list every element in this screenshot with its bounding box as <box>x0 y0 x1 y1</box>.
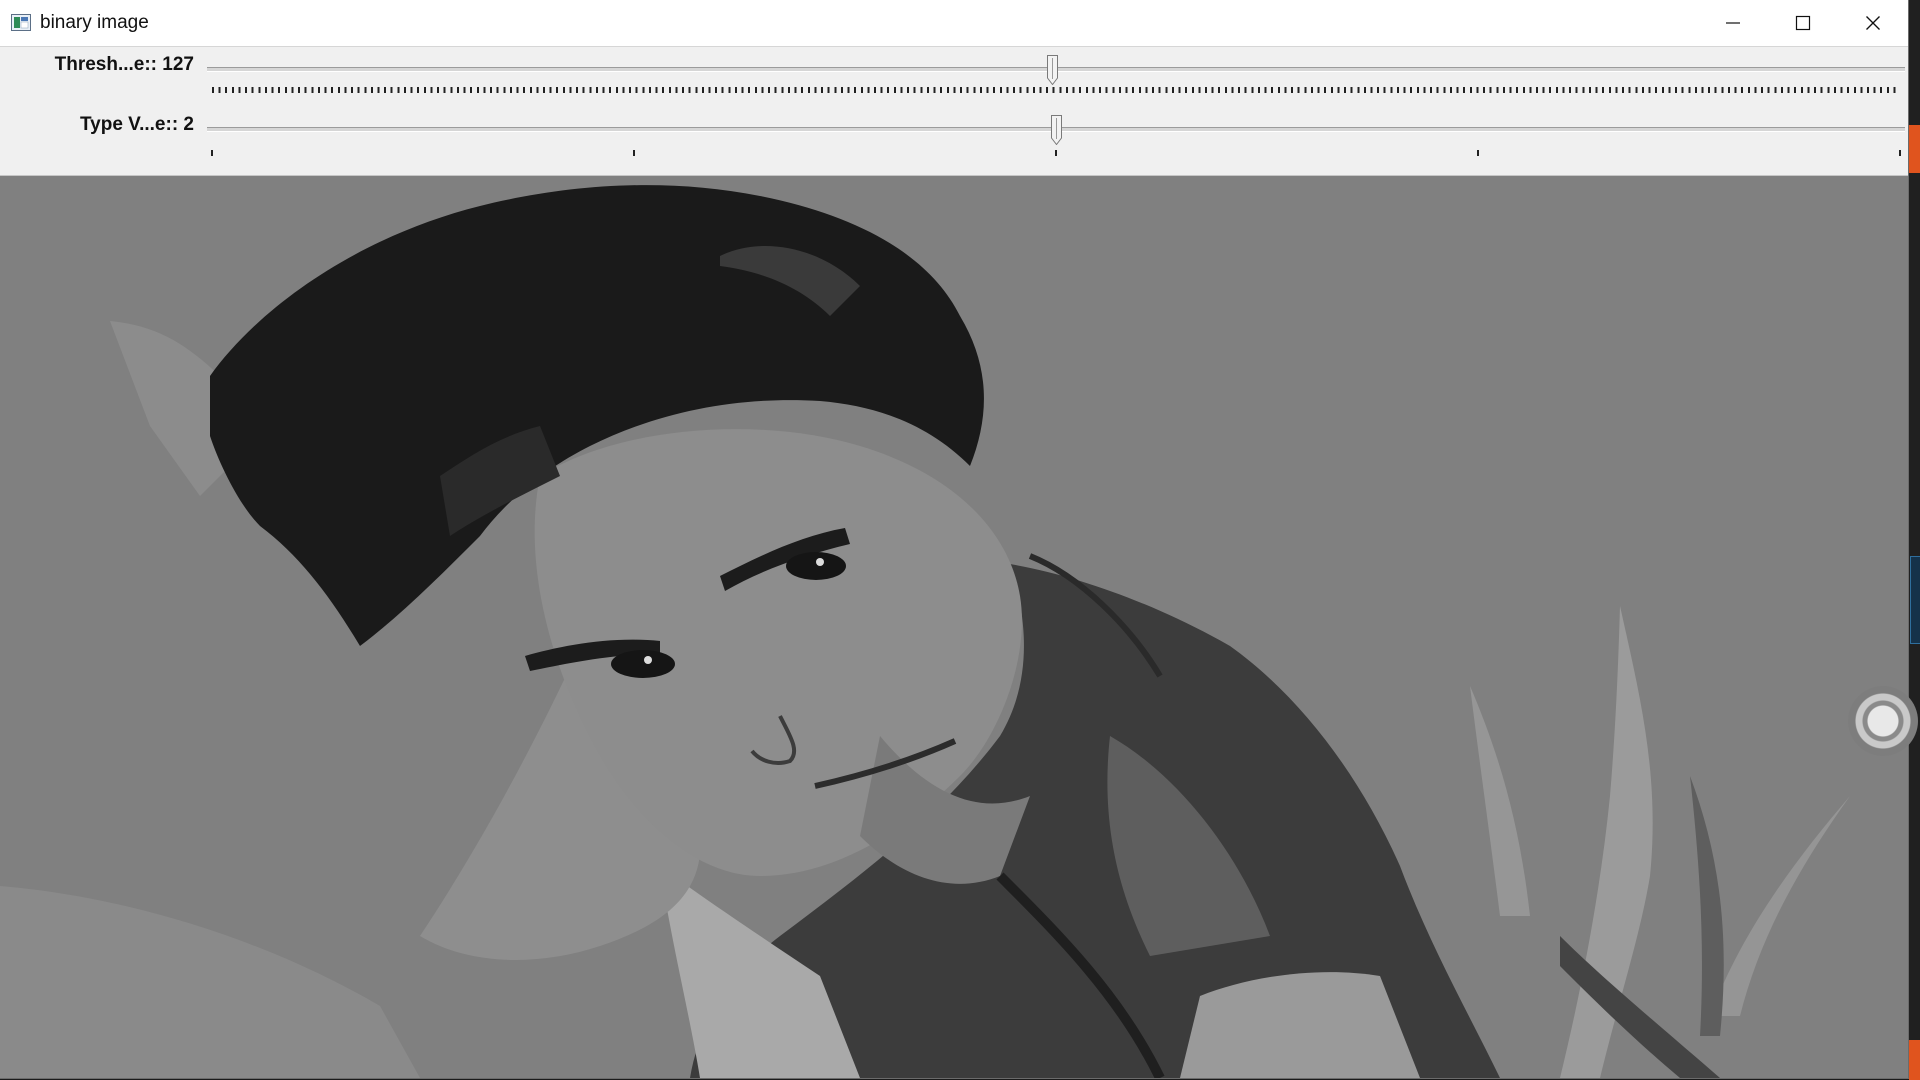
threshold-slider-thumb[interactable] <box>1047 55 1059 85</box>
assistive-touch-icon[interactable] <box>1848 686 1918 756</box>
threshold-trackbar-label: Thresh...e:: 127 <box>54 54 194 75</box>
accent-strip-bottom <box>1909 1040 1920 1080</box>
maximize-button[interactable] <box>1768 0 1838 46</box>
binary-image-window: binary image Thresh...e:: 127 Type V...e… <box>0 0 1909 1079</box>
minimize-icon <box>1726 22 1740 24</box>
accent-strip-top <box>1909 125 1920 173</box>
grayscale-thresholded-photo <box>0 176 1908 1078</box>
type-tick-mark <box>1477 150 1479 156</box>
title-bar[interactable]: binary image <box>0 0 1908 47</box>
trackbar-panel: Thresh...e:: 127 Type V...e:: 2 <box>0 47 1908 176</box>
type-tick-mark <box>211 150 213 156</box>
threshold-tick-marks <box>212 87 1900 93</box>
close-icon <box>1866 16 1880 30</box>
type-trackbar-label: Type V...e:: 2 <box>79 114 194 135</box>
type-tick-mark <box>1899 150 1901 156</box>
type-tick-mark <box>1055 150 1057 156</box>
maximize-icon <box>1795 15 1811 31</box>
type-tick-mark <box>633 150 635 156</box>
opencv-window-icon <box>11 14 31 31</box>
image-canvas <box>0 176 1908 1078</box>
desktop-edge-strip <box>1909 0 1920 1080</box>
window-title: binary image <box>40 12 149 33</box>
close-button[interactable] <box>1838 0 1908 46</box>
minimize-button[interactable] <box>1698 0 1768 46</box>
type-slider-thumb[interactable] <box>1050 115 1062 145</box>
volume-meter-indicator <box>1910 556 1920 644</box>
